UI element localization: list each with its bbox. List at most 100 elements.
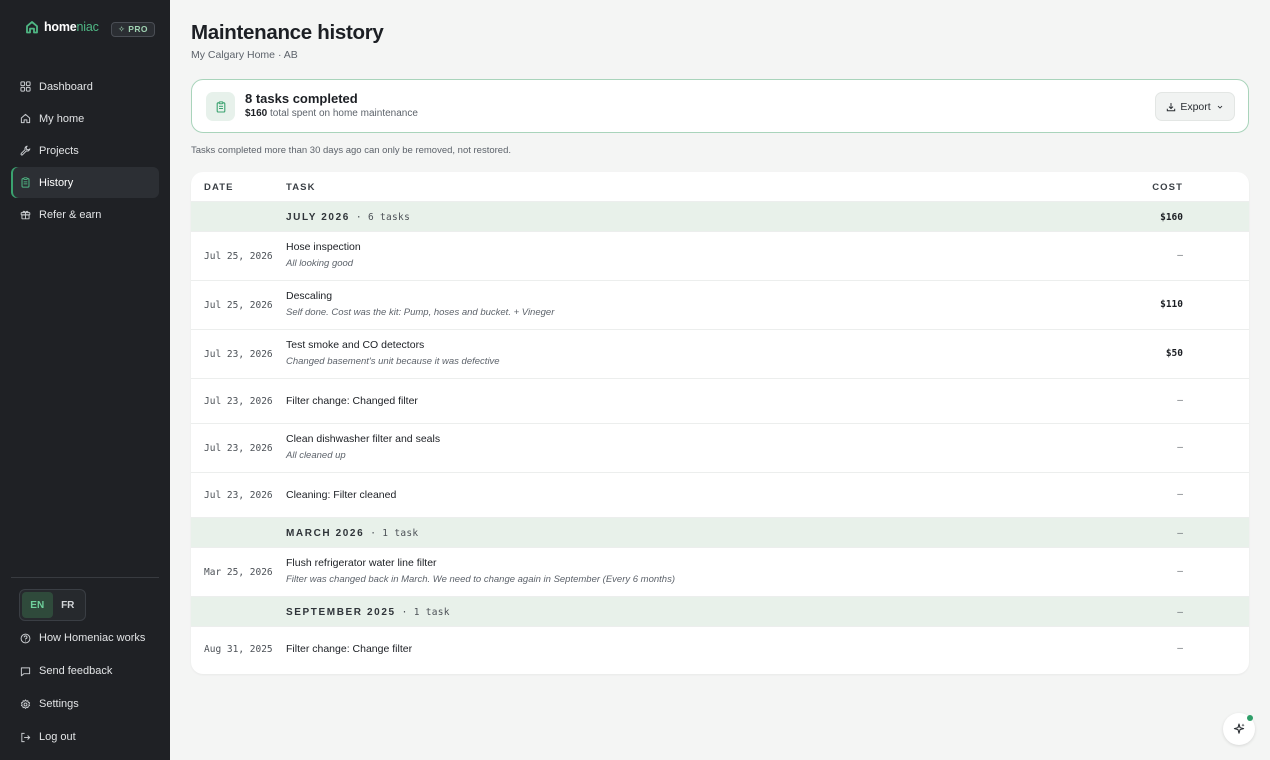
sidebar-divider <box>11 577 159 578</box>
task-date: Jul 25, 2026 <box>204 300 273 311</box>
task-note: All looking good <box>286 258 354 269</box>
sparkle-icon <box>1233 723 1245 734</box>
sidebar: homeniac ✧ PRO Dashboard My home Project… <box>0 0 170 760</box>
group-label: MARCH 2026 · 1 task <box>286 528 419 539</box>
task-title: Flush refrigerator water line filter <box>286 557 437 569</box>
table-row[interactable]: Jul 23, 2026 Filter change: Changed filt… <box>191 379 1249 424</box>
group-label: JULY 2026 · 6 tasks <box>286 212 411 223</box>
total-spent-amount: $160 <box>245 108 268 119</box>
nav-label: Settings <box>39 698 79 710</box>
lang-en-button[interactable]: EN <box>22 592 53 618</box>
task-title: Test smoke and CO detectors <box>286 339 425 351</box>
nav-label: How Homeniac works <box>39 632 146 644</box>
nav-send-feedback[interactable]: Send feedback <box>11 655 159 687</box>
task-cost: — <box>1177 643 1183 654</box>
main-content: Maintenance history My Calgary Home · AB… <box>170 0 1270 760</box>
summary-card: 8 tasks completed $160 total spent on ho… <box>191 79 1249 133</box>
message-icon <box>20 666 31 677</box>
total-spent-line: $160 total spent on home maintenance <box>245 108 418 119</box>
task-cost: $50 <box>1165 348 1183 359</box>
table-row[interactable]: Jul 23, 2026 Clean dishwasher filter and… <box>191 424 1249 473</box>
table-row[interactable]: Jul 23, 2026 Test smoke and CO detectors… <box>191 330 1249 379</box>
task-note: Self done. Cost was the kit: Pump, hoses… <box>286 307 555 318</box>
task-cost: — <box>1177 250 1183 261</box>
task-title: Hose inspection <box>286 241 361 253</box>
export-button[interactable]: Export <box>1155 92 1235 121</box>
clipboard-icon <box>20 177 31 188</box>
nav-dashboard[interactable]: Dashboard <box>11 71 159 102</box>
task-date: Jul 23, 2026 <box>204 443 273 454</box>
main-nav: Dashboard My home Projects History Refer… <box>11 71 159 231</box>
retention-note: Tasks completed more than 30 days ago ca… <box>191 145 512 156</box>
help-circle-icon <box>20 633 31 644</box>
export-label: Export <box>1180 100 1211 113</box>
brand-name: homeniac <box>44 20 99 34</box>
task-date: Aug 31, 2025 <box>204 644 273 655</box>
table-header: DATE TASK COST <box>191 172 1249 202</box>
group-cost: $160 <box>1160 212 1183 223</box>
task-date: Jul 23, 2026 <box>204 490 273 501</box>
nav-label: Refer & earn <box>39 208 102 221</box>
table-row[interactable]: Mar 25, 2026 Flush refrigerator water li… <box>191 548 1249 597</box>
nav-refer-earn[interactable]: Refer & earn <box>11 199 159 230</box>
task-cost: — <box>1177 442 1183 453</box>
pro-badge: ✧ PRO <box>111 22 155 37</box>
task-date: Jul 23, 2026 <box>204 349 273 360</box>
download-icon <box>1167 102 1176 111</box>
task-cost: $110 <box>1160 299 1183 310</box>
task-date: Mar 25, 2026 <box>204 567 273 578</box>
brand-logo[interactable]: homeniac <box>25 20 99 34</box>
chevron-down-icon <box>1217 105 1222 109</box>
nav-my-home[interactable]: My home <box>11 103 159 134</box>
notification-dot <box>1247 715 1253 721</box>
table-row[interactable]: Jul 25, 2026 Descaling Self done. Cost w… <box>191 281 1249 330</box>
house-logo-icon <box>26 21 38 34</box>
total-spent-label: total spent on home maintenance <box>267 108 418 119</box>
group-cost: — <box>1177 607 1183 618</box>
task-note: Changed basement's unit because it was d… <box>286 356 500 367</box>
language-switch: EN FR <box>19 589 86 621</box>
task-note: Filter was changed back in March. We nee… <box>286 574 675 585</box>
bottom-nav: How Homeniac works Send feedback Setting… <box>11 622 159 754</box>
nav-label: My home <box>39 112 85 125</box>
history-table: DATE TASK COST JULY 2026 · 6 tasks $160 … <box>191 172 1249 674</box>
group-count: · 1 task <box>395 607 450 618</box>
gift-icon <box>20 209 31 220</box>
wrench-icon <box>20 145 31 156</box>
task-note: All cleaned up <box>286 450 346 461</box>
nav-settings[interactable]: Settings <box>11 688 159 720</box>
group-count: · 6 tasks <box>349 212 411 223</box>
group-row: SEPTEMBER 2025 · 1 task — <box>191 597 1249 627</box>
logout-icon <box>20 732 31 743</box>
nav-label: Log out <box>39 731 76 743</box>
group-count: · 1 task <box>364 528 419 539</box>
nav-history[interactable]: History <box>11 167 159 198</box>
task-date: Jul 25, 2026 <box>204 251 273 262</box>
table-row[interactable]: Aug 31, 2025 Filter change: Change filte… <box>191 627 1249 672</box>
table-row[interactable]: Jul 23, 2026 Cleaning: Filter cleaned — <box>191 473 1249 518</box>
task-cost: — <box>1177 395 1183 406</box>
page-title: Maintenance history <box>191 21 384 44</box>
task-cost: — <box>1177 566 1183 577</box>
assistant-button[interactable] <box>1223 713 1255 745</box>
nav-label: Send feedback <box>39 665 113 677</box>
group-label: SEPTEMBER 2025 · 1 task <box>286 607 450 618</box>
gear-icon <box>20 698 31 710</box>
task-title: Clean dishwasher filter and seals <box>286 433 441 445</box>
group-row: JULY 2026 · 6 tasks $160 <box>191 202 1249 232</box>
task-date: Jul 23, 2026 <box>204 396 273 407</box>
nav-label: Dashboard <box>39 80 93 93</box>
house-icon <box>20 113 31 124</box>
nav-how-it-works[interactable]: How Homeniac works <box>11 622 159 654</box>
table-row[interactable]: Jul 25, 2026 Hose inspection All looking… <box>191 232 1249 281</box>
group-row: MARCH 2026 · 1 task — <box>191 518 1249 548</box>
group-cost: — <box>1177 528 1183 539</box>
nav-projects[interactable]: Projects <box>11 135 159 166</box>
nav-log-out[interactable]: Log out <box>11 721 159 753</box>
grid-icon <box>20 81 31 92</box>
task-title: Descaling <box>286 290 333 302</box>
lang-fr-button[interactable]: FR <box>53 592 84 618</box>
tasks-completed-title: 8 tasks completed <box>245 91 358 106</box>
task-cost: — <box>1177 489 1183 500</box>
task-title: Cleaning: Filter cleaned <box>286 489 397 501</box>
